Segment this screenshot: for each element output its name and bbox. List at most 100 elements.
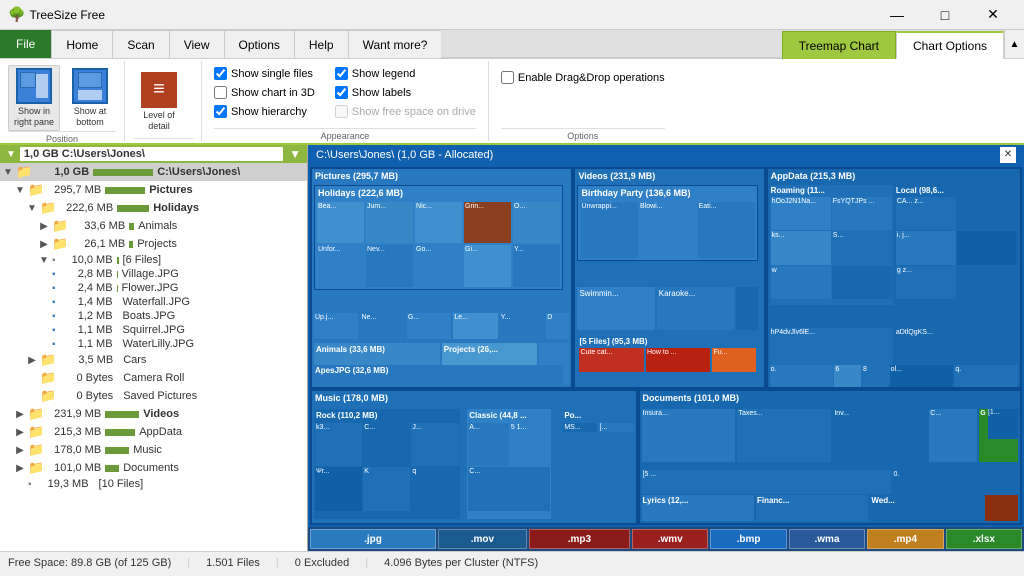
- tab-help[interactable]: Help: [294, 30, 348, 58]
- tree-item[interactable]: 📁 0 Bytes Camera Roll: [0, 369, 307, 387]
- tm-gi[interactable]: Gi...: [464, 245, 511, 286]
- enable-drag-drop-label[interactable]: Enable Drag&Drop operations: [518, 72, 665, 84]
- tree-item[interactable]: ▼ 📁 295,7 MB Pictures: [0, 181, 307, 199]
- tree-item[interactable]: ▪ 1,1 MB Squirrel.JPG: [0, 323, 307, 337]
- tree-item[interactable]: ▪ 2,8 MB Village.JPG: [0, 267, 307, 281]
- tree-item[interactable]: ▶ 📁 101,0 MB Documents: [0, 459, 307, 477]
- ribbon-scroll-up[interactable]: ▲: [1004, 30, 1024, 58]
- tm-y2[interactable]: Y...: [500, 313, 544, 339]
- tree-item[interactable]: ▶ 📁 231,9 MB Videos: [0, 405, 307, 423]
- show-hierarchy-label[interactable]: Show hierarchy: [231, 106, 307, 118]
- tm-lyrics[interactable]: Lyrics (12,...: [642, 495, 754, 521]
- tree-item[interactable]: ▪ 2,4 MB Flower.JPG: [0, 281, 307, 295]
- tm-appdata[interactable]: AppData (215,3 MB) Roaming (11... hOoJ2N…: [766, 167, 1022, 389]
- show-in-right-pane-button[interactable]: Show inright pane: [8, 65, 60, 131]
- tm-documents[interactable]: Documents (101,0 MB) Insura... Taxes... …: [638, 389, 1022, 525]
- tm-po[interactable]: Po... MS... [...: [562, 409, 633, 519]
- tm-g[interactable]: G...: [407, 313, 451, 339]
- tm-grin[interactable]: Grin...: [464, 202, 511, 243]
- tm-up[interactable]: Up.j...: [314, 313, 358, 339]
- tm-holidays[interactable]: Holidays (222,6 MB) Bea... Jum... Nic...…: [314, 185, 563, 290]
- legend-wma[interactable]: .wma: [789, 529, 865, 549]
- tree-scroll-btn[interactable]: ▼: [289, 147, 301, 161]
- show-labels-label[interactable]: Show labels: [352, 87, 411, 99]
- legend-wmv[interactable]: .wmv: [632, 529, 708, 549]
- tab-scan[interactable]: Scan: [112, 30, 168, 58]
- legend-mp4[interactable]: .mp4: [867, 529, 943, 549]
- maximize-button[interactable]: □: [922, 0, 968, 30]
- tab-view[interactable]: View: [169, 30, 224, 58]
- show-legend-checkbox[interactable]: [335, 67, 348, 80]
- show-hierarchy-checkbox[interactable]: [214, 105, 227, 118]
- tm-jum[interactable]: Jum...: [366, 202, 413, 243]
- legend-jpg[interactable]: .jpg: [310, 529, 436, 549]
- tree-item[interactable]: ▶ 📁 215,3 MB AppData: [0, 423, 307, 441]
- enable-drag-drop-checkbox[interactable]: [501, 71, 514, 84]
- tm-music[interactable]: Music (178,0 MB) Rock (110,2 MB) k3... C…: [310, 389, 638, 525]
- tab-options[interactable]: Options: [224, 30, 294, 58]
- tab-file[interactable]: File: [0, 30, 51, 58]
- tm-inv[interactable]: Inv...: [833, 409, 927, 462]
- tm-nic[interactable]: Nic...: [415, 202, 462, 243]
- tree-item[interactable]: ▪ 1,1 MB WaterLilly.JPG: [0, 337, 307, 351]
- tm-classic[interactable]: Classic (44,8 ... A... 5 1... C...: [467, 409, 551, 519]
- tree-item[interactable]: ▼ ▪ 10,0 MB [6 Files]: [0, 253, 307, 267]
- tree-item[interactable]: ▶ 📁 26,1 MB Projects: [0, 235, 307, 253]
- show-free-space-checkbox[interactable]: [335, 105, 348, 118]
- tm-videos[interactable]: Videos (231,9 MB) Birthday Party (136,6 …: [573, 167, 765, 389]
- tab-want-more[interactable]: Want more?: [348, 30, 442, 58]
- tm-5files[interactable]: [5 Files] (95,3 MB) Cute cat... How to .…: [577, 335, 758, 383]
- tab-treemap-chart[interactable]: Treemap Chart: [782, 31, 896, 59]
- show-chart-3d-checkbox[interactable]: [214, 86, 227, 99]
- tm-nev[interactable]: Nev...: [366, 245, 413, 286]
- minimize-button[interactable]: —: [874, 0, 920, 30]
- tree-item[interactable]: ▶ 📁 178,0 MB Music: [0, 441, 307, 459]
- tm-d[interactable]: D: [546, 313, 569, 339]
- tree-item[interactable]: ▪ 1,4 MB Waterfall.JPG: [0, 295, 307, 309]
- tm-swimming[interactable]: Swimmin...: [577, 287, 654, 331]
- level-of-detail-button[interactable]: ≡ Level of detail: [133, 69, 185, 135]
- tm-c[interactable]: C...: [929, 409, 977, 462]
- tree-item[interactable]: ▶ 📁 3,5 MB Cars: [0, 351, 307, 369]
- tree-item[interactable]: 📁 0 Bytes Saved Pictures: [0, 387, 307, 405]
- tree-item[interactable]: ▪ 1,2 MB Boats.JPG: [0, 309, 307, 323]
- tm-go[interactable]: Go...: [415, 245, 462, 286]
- show-legend-label[interactable]: Show legend: [352, 68, 416, 80]
- legend-bmp[interactable]: .bmp: [710, 529, 786, 549]
- close-button[interactable]: ✕: [970, 0, 1016, 30]
- tm-bea[interactable]: Bea...: [317, 202, 364, 243]
- tree-item[interactable]: ▶ 📁 33,6 MB Animals: [0, 217, 307, 235]
- tree-item[interactable]: ▪ 19,3 MB [10 Files]: [0, 477, 307, 491]
- tm-rock[interactable]: Rock (110,2 MB) k3... C... J... Ψr... K …: [314, 409, 460, 519]
- tab-home[interactable]: Home: [51, 30, 112, 58]
- tm-birthday[interactable]: Birthday Party (136,6 MB) Unwrappi... Bl…: [577, 185, 758, 261]
- legend-xlsx[interactable]: .xlsx: [946, 529, 1022, 549]
- tm-y[interactable]: Y...: [513, 245, 560, 286]
- tm-financ[interactable]: Financ...: [756, 495, 868, 521]
- tm-pictures[interactable]: Pictures (295,7 MB) Holidays (222,6 MB) …: [310, 167, 573, 389]
- treemap-close-button[interactable]: ✕: [1000, 147, 1016, 163]
- show-single-files-checkbox[interactable]: [214, 67, 227, 80]
- treemap-panel: C:\Users\Jones\ (1,0 GB - Allocated) ✕ P…: [308, 145, 1024, 551]
- tree-item[interactable]: ▼ 📁 1,0 GB C:\Users\Jones\: [0, 163, 307, 181]
- tm-ne[interactable]: Ne...: [360, 313, 404, 339]
- tab-chart-options[interactable]: Chart Options: [896, 31, 1004, 59]
- tm-local[interactable]: Local (98,6... CA... z... i. j... g z...: [895, 185, 1018, 305]
- tm-insura[interactable]: Insura...: [642, 409, 736, 462]
- tree-item[interactable]: ▼ 📁 222,6 MB Holidays: [0, 199, 307, 217]
- legend-mp3[interactable]: .mp3: [529, 529, 630, 549]
- tm-taxes[interactable]: Taxes...: [737, 409, 831, 462]
- tm-apes[interactable]: ApesJPG (32,6 MB): [314, 365, 563, 387]
- legend-mov[interactable]: .mov: [438, 529, 527, 549]
- tm-o[interactable]: O...: [513, 202, 560, 243]
- tm-unfor[interactable]: Unfor...: [317, 245, 364, 286]
- tm-le[interactable]: Le...: [453, 313, 497, 339]
- tm-roaming[interactable]: Roaming (11... hOoJ2N1Na... FsYQTJPs ...…: [770, 185, 893, 305]
- tm-wed[interactable]: Wed...: [870, 495, 982, 521]
- tm-small2[interactable]: [985, 495, 1018, 521]
- tm-karaoke[interactable]: Karaoke...: [657, 287, 734, 331]
- show-at-bottom-button[interactable]: Show atbottom: [64, 65, 116, 131]
- show-labels-checkbox[interactable]: [335, 86, 348, 99]
- show-single-files-label[interactable]: Show single files: [231, 68, 313, 80]
- show-chart-3d-label[interactable]: Show chart in 3D: [231, 87, 315, 99]
